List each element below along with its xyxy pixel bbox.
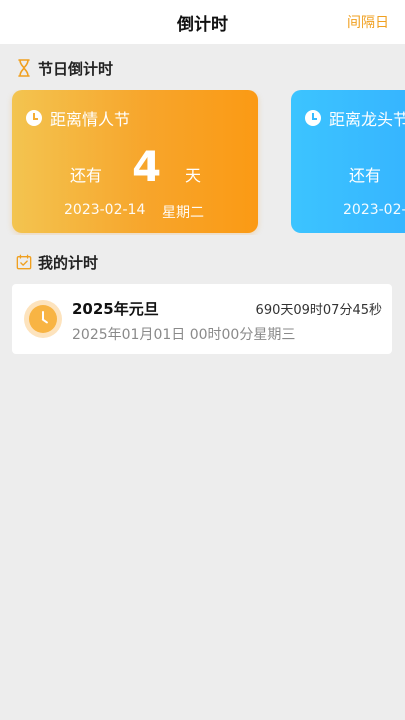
timer-title: 2025年元旦: [72, 300, 159, 318]
holiday-section-title: 节日倒计时: [16, 57, 113, 79]
page-title: 倒计时: [177, 15, 228, 35]
holiday-name: 距离龙头节: [329, 110, 405, 129]
clock-icon: [26, 110, 42, 126]
holiday-date: 2023-02-14: [64, 202, 146, 218]
remaining-row: 还有: [291, 142, 405, 188]
card-header: 距离龙头节: [305, 106, 405, 130]
days-count: 4: [132, 142, 162, 191]
my-timers-label: 我的计时: [38, 253, 99, 272]
timer-target-date: 2025年01月01日 00时00分星期三: [72, 327, 296, 343]
interval-days-button[interactable]: 间隔日: [347, 12, 389, 32]
timer-list-item[interactable]: 2025年元旦 690天09时07分45秒 2025年01月01日 00时00分…: [12, 284, 392, 354]
holiday-name: 距离情人节: [50, 110, 131, 129]
holiday-section-label: 节日倒计时: [38, 59, 114, 78]
holiday-cards-carousel[interactable]: 距离情人节 还有 4 天 2023-02-14 星期二 距离龙头节 还有 202…: [0, 90, 405, 235]
timer-remaining: 690天09时07分45秒: [255, 303, 382, 318]
remain-label: 还有: [70, 166, 103, 185]
my-timers-section-title: 我的计时: [16, 251, 98, 273]
calendar-check-icon: [16, 254, 32, 270]
card-header: 距离情人节: [26, 106, 130, 130]
holiday-card-dragon[interactable]: 距离龙头节 还有 2023-02-: [291, 90, 405, 233]
holiday-date: 2023-02-: [343, 202, 405, 218]
clock-icon: [29, 305, 57, 333]
days-unit: 天: [185, 166, 202, 185]
holiday-card-valentines[interactable]: 距离情人节 还有 4 天 2023-02-14 星期二: [12, 90, 258, 233]
app-header: 倒计时 间隔日: [0, 0, 405, 44]
hourglass-icon: [18, 59, 30, 77]
remain-label: 还有: [349, 166, 382, 185]
timer-avatar: [24, 300, 62, 338]
holiday-weekday: 星期二: [162, 205, 204, 221]
clock-icon: [305, 110, 321, 126]
remaining-row: 还有 4 天: [12, 142, 258, 191]
